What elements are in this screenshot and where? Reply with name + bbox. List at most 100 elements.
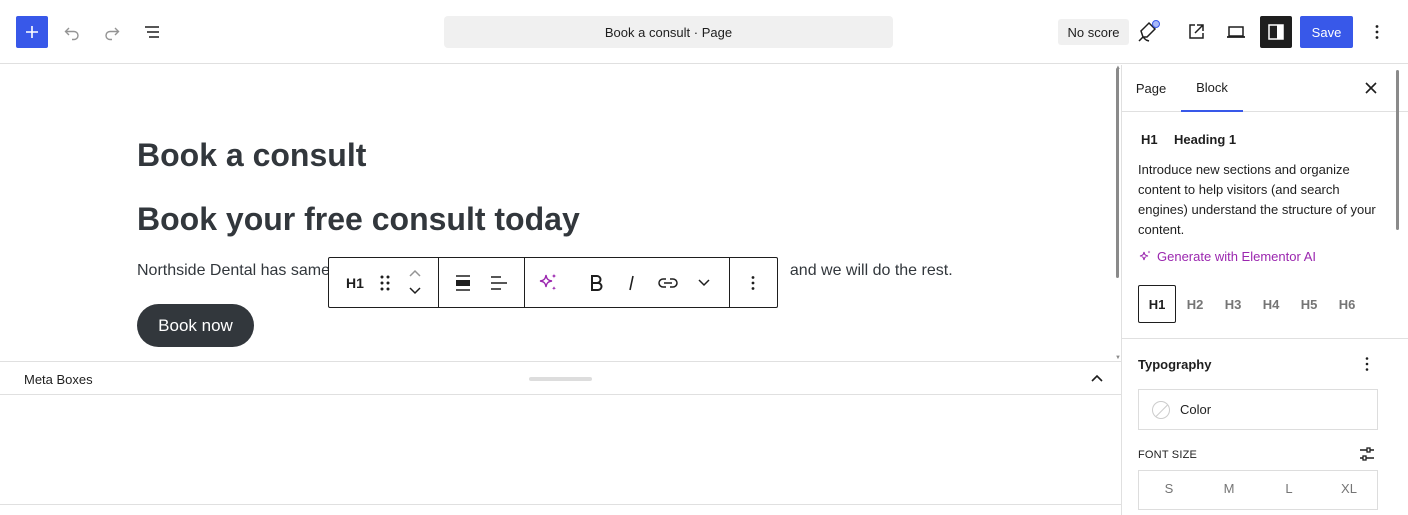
external-link-icon bbox=[1189, 24, 1204, 39]
list-view-icon bbox=[145, 26, 159, 38]
font-size-label: FONT SIZE bbox=[1138, 449, 1198, 461]
block-type-switcher[interactable]: H1 bbox=[339, 267, 371, 299]
heading-level-h2[interactable]: H2 bbox=[1176, 285, 1214, 323]
preview-device-button[interactable] bbox=[1220, 16, 1252, 48]
document-overview-button[interactable] bbox=[136, 16, 168, 48]
close-sidebar-button[interactable] bbox=[1362, 79, 1380, 97]
paragraph-text-start: Northside Dental has same bbox=[137, 262, 330, 279]
ai-assistant-button[interactable] bbox=[532, 267, 564, 299]
font-size-option-xl[interactable]: XL bbox=[1334, 481, 1364, 496]
editor-header: Book a consult · Page No score Save bbox=[0, 0, 1408, 64]
color-label: Color bbox=[1180, 402, 1212, 417]
more-rich-text-controls-button[interactable] bbox=[688, 267, 720, 299]
settings-sidebar: Page Block H1 Heading 1 Introduce new se… bbox=[1121, 65, 1408, 515]
meta-boxes-resize-handle[interactable] bbox=[529, 377, 592, 381]
seo-plugin-button[interactable] bbox=[1132, 16, 1164, 48]
desktop-icon bbox=[1227, 26, 1245, 38]
toolbar-separator bbox=[438, 258, 439, 307]
chevron-down-icon bbox=[698, 279, 710, 287]
editor-canvas: Book a consult Book your free consult to… bbox=[0, 65, 1113, 361]
redo-button[interactable] bbox=[96, 16, 128, 48]
italic-icon bbox=[629, 275, 634, 291]
paragraph-text-end: and we will do the rest. bbox=[789, 262, 953, 279]
ai-sparkle-icon bbox=[1139, 250, 1151, 260]
plus-icon bbox=[26, 26, 38, 38]
post-title[interactable]: Book a consult bbox=[137, 137, 366, 174]
chevron-up-icon bbox=[409, 269, 421, 277]
more-vertical-icon bbox=[1375, 25, 1379, 39]
settings-sliders-icon bbox=[1360, 447, 1374, 461]
toolbar-separator bbox=[524, 258, 525, 307]
link-icon bbox=[658, 278, 678, 288]
meta-boxes-panel: Meta Boxes bbox=[0, 361, 1121, 395]
footer-divider bbox=[0, 504, 1121, 505]
typography-panel-title: Typography bbox=[1138, 357, 1212, 372]
align-left-icon bbox=[491, 276, 507, 290]
save-button[interactable]: Save bbox=[1300, 16, 1353, 48]
link-button[interactable] bbox=[652, 267, 684, 299]
more-vertical-icon bbox=[1365, 357, 1369, 371]
heading-level-h1[interactable]: H1 bbox=[1138, 285, 1176, 323]
block-card-title: Heading 1 bbox=[1174, 132, 1237, 147]
more-vertical-icon bbox=[751, 276, 755, 290]
scrollbar-thumb[interactable] bbox=[1116, 68, 1119, 278]
sidebar-icon bbox=[1268, 24, 1284, 40]
toolbar-separator bbox=[729, 258, 730, 307]
block-toolbar: H1 bbox=[328, 257, 778, 308]
heading-level-h6[interactable]: H6 bbox=[1328, 285, 1366, 323]
sidebar-scrollbar[interactable] bbox=[1396, 70, 1399, 230]
meta-boxes-toggle[interactable] bbox=[1088, 370, 1106, 388]
heading-level-h3[interactable]: H3 bbox=[1214, 285, 1252, 323]
move-up-button[interactable] bbox=[405, 264, 425, 282]
canvas-scrollbar[interactable]: ▲ ▼ bbox=[1113, 65, 1121, 361]
panel-divider bbox=[1122, 338, 1408, 339]
chevron-up-icon bbox=[1091, 374, 1103, 382]
add-block-button[interactable] bbox=[16, 16, 48, 48]
seo-score-badge[interactable]: No score bbox=[1058, 19, 1129, 45]
generate-with-ai-label: Generate with Elementor AI bbox=[1157, 249, 1316, 264]
typography-options-button[interactable] bbox=[1358, 355, 1376, 373]
seo-score-label: No score bbox=[1067, 24, 1120, 40]
tab-block[interactable]: Block bbox=[1181, 65, 1243, 112]
heading-level-h5[interactable]: H5 bbox=[1290, 285, 1328, 323]
block-align-button[interactable] bbox=[447, 267, 479, 299]
editor-options-button[interactable] bbox=[1361, 16, 1393, 48]
bold-button[interactable] bbox=[580, 267, 612, 299]
settings-sidebar-toggle[interactable] bbox=[1260, 16, 1292, 48]
drag-handle-icon bbox=[380, 275, 390, 291]
document-title-bar[interactable]: Book a consult · Page bbox=[444, 16, 893, 48]
heading-block[interactable]: Book your free consult today bbox=[137, 201, 580, 238]
meta-boxes-label: Meta Boxes bbox=[24, 372, 93, 387]
view-post-button[interactable] bbox=[1180, 16, 1212, 48]
move-down-button[interactable] bbox=[405, 282, 425, 300]
drag-handle[interactable] bbox=[375, 267, 395, 299]
font-size-picker: S M L XL bbox=[1138, 470, 1378, 510]
block-type-label: H1 bbox=[346, 275, 364, 291]
italic-button[interactable] bbox=[616, 267, 648, 299]
chevron-down-icon bbox=[409, 287, 421, 295]
close-icon bbox=[1365, 82, 1377, 94]
heading-block-icon: H1 bbox=[1141, 132, 1158, 147]
empty-color-swatch-icon bbox=[1152, 400, 1170, 419]
sidebar-tabs: Page Block bbox=[1122, 65, 1408, 112]
block-options-button[interactable] bbox=[737, 267, 769, 299]
document-title: Book a consult · Page bbox=[604, 24, 733, 40]
font-size-option-l[interactable]: L bbox=[1274, 481, 1304, 496]
bold-icon bbox=[591, 275, 603, 291]
align-wide-icon bbox=[456, 275, 470, 291]
font-size-option-m[interactable]: M bbox=[1214, 481, 1244, 496]
text-color-control[interactable]: Color bbox=[1138, 389, 1378, 430]
tab-page[interactable]: Page bbox=[1128, 65, 1174, 112]
heading-level-h4[interactable]: H4 bbox=[1252, 285, 1290, 323]
text-align-button[interactable] bbox=[483, 267, 515, 299]
custom-font-size-button[interactable] bbox=[1358, 445, 1376, 463]
block-card-description: Introduce new sections and organize cont… bbox=[1138, 162, 1376, 237]
book-now-button[interactable]: Book now bbox=[137, 304, 254, 347]
book-now-label: Book now bbox=[158, 315, 233, 335]
undo-button[interactable] bbox=[56, 16, 88, 48]
save-label: Save bbox=[1311, 24, 1342, 40]
ai-sparkle-icon bbox=[539, 273, 557, 291]
generate-with-ai-link[interactable]: Generate with Elementor AI bbox=[1138, 249, 1316, 264]
undo-icon bbox=[64, 27, 79, 41]
font-size-option-s[interactable]: S bbox=[1154, 481, 1184, 496]
